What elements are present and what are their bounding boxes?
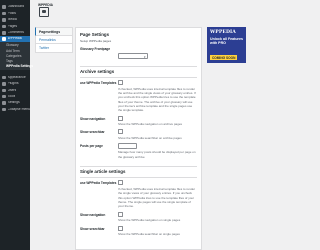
sidebar-item-label: Tools	[7, 95, 16, 99]
divider	[80, 66, 197, 67]
settings-panel: Page Settings Setup WPPedia pages Glossa…	[75, 27, 202, 250]
single-templates-checkbox[interactable]	[118, 180, 123, 186]
plug-icon	[2, 82, 6, 86]
wrench-icon	[2, 94, 6, 99]
coming-soon-badge: COMING SOON	[210, 54, 238, 61]
comments-icon	[2, 31, 6, 35]
submenu-item-settings[interactable]: WPPedia Settings	[0, 64, 33, 69]
archive-searchbar-control: Show the WPPedia searchbar on archive pa…	[118, 129, 197, 140]
single-navigation-control: Show the WPPedia navigation on single pa…	[118, 211, 197, 223]
sidebar-item-label: Media	[7, 18, 17, 22]
archive-templates-control: If checked, WPPedia uses internal templa…	[118, 80, 197, 113]
glossary-frontpage-label: Glossary Frontpage	[80, 46, 111, 51]
admin-sidebar: Dashboard Posts Media Pages Comments WPP…	[0, 0, 33, 250]
posts-per-page-control: Manage how many posts should be displaye…	[118, 143, 197, 159]
pages-icon	[2, 24, 6, 29]
single-searchbar-checkbox[interactable]	[118, 225, 123, 231]
single-searchbar-label: Show searchbar	[80, 226, 105, 231]
single-navigation-checkbox[interactable]	[118, 211, 123, 217]
divider	[80, 76, 197, 77]
glossary-frontpage-select[interactable]: ▾	[118, 53, 148, 59]
chevron-down-icon: ▾	[143, 54, 146, 59]
users-icon	[2, 88, 6, 93]
archive-navigation-help: Show the WPPedia navigation on archive p…	[118, 122, 183, 127]
promo-line-2: with PRO	[210, 41, 226, 46]
archive-templates-row: use WPPedia Templates If checked, WPPedi…	[80, 80, 197, 113]
gear-icon	[2, 101, 6, 105]
promo-headline: Unlock all Features with PRO	[210, 37, 243, 46]
archive-templates-label: use WPPedia Templates	[80, 81, 117, 85]
sidebar-item-label: Collapse menu	[7, 107, 31, 111]
single-searchbar-row: Show searchbar Show the WPPedia searchba…	[80, 225, 197, 237]
single-searchbar-control: Show the WPPedia searchbar on single pag…	[118, 225, 197, 237]
archive-templates-help: If checked, WPPedia uses internal templa…	[118, 86, 196, 113]
single-templates-control: If checked, WPPedia uses internal templa…	[118, 180, 197, 208]
single-templates-help: If checked, WPPedia uses internal templa…	[118, 186, 196, 209]
sidebar-item-label: Comments	[7, 31, 24, 35]
sidebar-item-label: Dashboard	[7, 5, 25, 9]
single-navigation-label: Show navigation	[80, 212, 106, 217]
sidebar-item-label: Appearance	[7, 75, 26, 79]
archive-searchbar-checkbox[interactable]	[118, 129, 123, 135]
glossary-frontpage-row: Glossary Frontpage ▾	[80, 46, 197, 64]
sidebar-collapse-menu[interactable]: Collapse menu	[0, 106, 30, 112]
sidebar-submenu: Glossary Add Term Categories Tags WPPedi…	[0, 42, 33, 71]
divider	[80, 166, 197, 167]
posts-per-page-row: Posts per page Manage how many posts sho…	[80, 143, 197, 159]
tab-pagesettings[interactable]: Pagesettings	[35, 27, 73, 36]
archive-navigation-row: Show navigation Show the WPPedia navigat…	[80, 115, 197, 127]
collapse-icon	[2, 107, 6, 112]
sidebar-item-label: WPPedia	[7, 37, 22, 41]
archive-searchbar-row: Show searchbar Show the WPPedia searchba…	[80, 129, 197, 140]
single-templates-label: use WPPedia Templates	[80, 181, 117, 186]
sidebar-item-label: Pages	[7, 24, 18, 28]
single-navigation-row: Show navigation Show the WPPedia navigat…	[80, 211, 197, 223]
plugin-header: WPPEDIA	[30, 0, 250, 24]
settings-tabs: Pagesettings Permalinks Twitter	[35, 27, 73, 53]
posts-per-page-input[interactable]	[118, 143, 137, 149]
pro-promo-banner[interactable]: WPPEDIA Unlock all Features with PRO COM…	[207, 27, 246, 63]
brush-icon	[2, 75, 6, 80]
divider	[80, 176, 197, 178]
tab-permalinks[interactable]: Permalinks	[35, 35, 73, 44]
glossary-frontpage-control: ▾	[118, 46, 197, 64]
tab-twitter[interactable]: Twitter	[35, 44, 73, 53]
single-templates-row: use WPPedia Templates If checked, WPPedi…	[80, 180, 197, 208]
archive-templates-checkbox[interactable]	[118, 80, 123, 85]
page-settings-title: Page Settings	[80, 32, 110, 37]
posts-per-page-help: Manage how many posts should be displaye…	[118, 150, 196, 159]
single-settings-title: Single article settings	[80, 169, 126, 175]
sidebar-item-label: Posts	[7, 11, 16, 15]
archive-navigation-checkbox[interactable]	[118, 115, 123, 121]
book-icon	[2, 37, 6, 41]
sidebar-item-label: Users	[7, 88, 17, 92]
media-icon	[2, 18, 6, 22]
dashboard-icon	[2, 5, 6, 9]
page-settings-description: Setup WPPedia pages	[80, 38, 112, 43]
single-navigation-help: Show the WPPedia navigation on single pa…	[118, 218, 181, 223]
archive-settings-title: Archive settings	[80, 69, 115, 74]
sidebar-item-label: Plugins	[7, 82, 19, 86]
posts-per-page-label: Posts per page	[80, 144, 103, 149]
archive-searchbar-help: Show the WPPedia searchbar on archive pa…	[118, 135, 182, 140]
archive-navigation-label: Show navigation	[80, 116, 106, 121]
sidebar-item-label: Settings	[7, 101, 20, 105]
archive-searchbar-label: Show searchbar	[80, 130, 105, 135]
archive-navigation-control: Show the WPPedia navigation on archive p…	[118, 115, 197, 127]
wppedia-logo-icon	[39, 7, 49, 17]
single-searchbar-help: Show the WPPedia searchbar on single pag…	[118, 232, 180, 236]
promo-logo: WPPEDIA	[210, 30, 236, 35]
posts-icon	[2, 11, 6, 16]
